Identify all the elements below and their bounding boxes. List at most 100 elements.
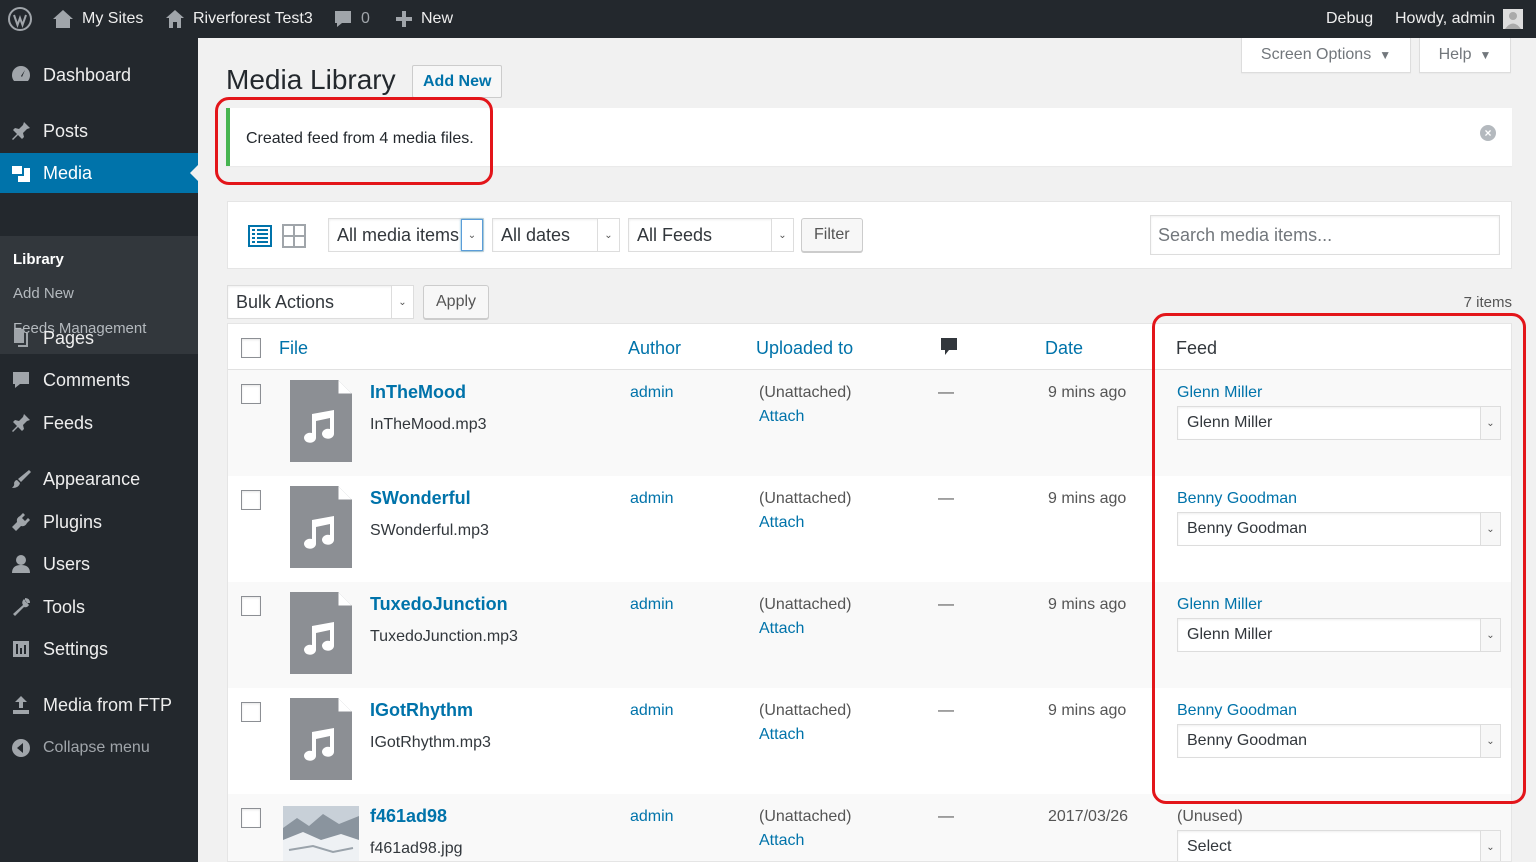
sidebar-item-posts[interactable]: Posts: [0, 111, 198, 151]
attach-link[interactable]: Attach: [759, 726, 804, 744]
attach-link[interactable]: Attach: [759, 514, 804, 532]
my-sites-menu[interactable]: My Sites: [52, 0, 143, 38]
wrench-icon: [9, 595, 33, 619]
image-thumbnail[interactable]: [283, 806, 359, 862]
comment-count: —: [938, 384, 954, 401]
row-checkbox[interactable]: [241, 702, 261, 722]
sidebar-item-feeds[interactable]: Feeds: [0, 403, 198, 443]
uploaded-status: (Unattached): [759, 702, 852, 719]
feeds-select[interactable]: All Feeds ⌄: [628, 218, 794, 252]
avatar: [1503, 9, 1524, 29]
sidebar-item-label: Posts: [43, 120, 89, 141]
media-title-link[interactable]: TuxedoJunction: [370, 594, 508, 615]
author-link[interactable]: admin: [630, 808, 674, 826]
select-all-checkbox[interactable]: [241, 338, 261, 358]
submenu-add-new[interactable]: Add New: [13, 285, 74, 302]
author-link[interactable]: admin: [630, 384, 674, 402]
sidebar-item-media[interactable]: Media: [0, 153, 198, 193]
site-name-label: Riverforest Test3: [193, 10, 313, 27]
uploaded-status: (Unattached): [759, 490, 852, 507]
feed-link[interactable]: Glenn Miller: [1177, 384, 1262, 402]
chevron-down-icon: ⌄: [1480, 407, 1500, 439]
media-title-link[interactable]: IGotRhythm: [370, 700, 473, 721]
comments-menu[interactable]: 0: [333, 0, 370, 38]
collapse-menu-button[interactable]: Collapse menu: [0, 728, 198, 768]
row-checkbox[interactable]: [241, 596, 261, 616]
debug-menu[interactable]: Debug: [1326, 0, 1373, 38]
audio-file-icon[interactable]: [290, 380, 352, 462]
filter-button[interactable]: Filter: [801, 218, 863, 252]
column-uploaded-to[interactable]: Uploaded to: [756, 338, 853, 359]
media-table: File Author Uploaded to Date Feed InTheM…: [227, 323, 1512, 862]
row-checkbox[interactable]: [241, 384, 261, 404]
sidebar-item-label: Comments: [43, 369, 131, 390]
pin-icon: [9, 119, 33, 143]
help-button[interactable]: Help ▼: [1419, 38, 1511, 73]
feed-select[interactable]: Glenn Miller ⌄: [1177, 406, 1501, 440]
home-icon: [165, 9, 185, 29]
media-type-select[interactable]: All media items ⌄: [328, 218, 484, 252]
dates-select[interactable]: All dates ⌄: [492, 218, 620, 252]
sidebar-item-settings[interactable]: Settings: [0, 629, 198, 669]
wordpress-logo-icon[interactable]: [8, 0, 32, 38]
bulk-actions-select[interactable]: Bulk Actions ⌄: [227, 285, 414, 319]
sidebar-item-media-from-ftp[interactable]: Media from FTP: [0, 685, 198, 725]
attach-link[interactable]: Attach: [759, 408, 804, 426]
list-view-icon[interactable]: [248, 224, 272, 248]
column-date[interactable]: Date: [1045, 338, 1083, 359]
sidebar-item-pages[interactable]: Pages: [0, 318, 198, 358]
settings-icon: [9, 637, 33, 661]
add-new-button[interactable]: Add New: [412, 65, 503, 98]
submenu-library[interactable]: Library: [13, 251, 64, 268]
new-content-menu[interactable]: New: [395, 0, 453, 38]
audio-file-icon[interactable]: [290, 698, 352, 780]
row-checkbox[interactable]: [241, 808, 261, 828]
media-title-link[interactable]: SWonderful: [370, 488, 471, 509]
screen-options-button[interactable]: Screen Options ▼: [1241, 38, 1411, 73]
help-label: Help: [1438, 46, 1472, 63]
comment-count: —: [938, 596, 954, 613]
media-title-link[interactable]: f461ad98: [370, 806, 447, 827]
notice-message: Created feed from 4 media files.: [246, 130, 474, 147]
feed-link[interactable]: Benny Goodman: [1177, 702, 1297, 720]
chevron-down-icon: ⌄: [597, 219, 619, 251]
attach-link[interactable]: Attach: [759, 620, 804, 638]
sidebar-item-dashboard[interactable]: Dashboard: [0, 55, 198, 95]
author-link[interactable]: admin: [630, 702, 674, 720]
row-checkbox[interactable]: [241, 490, 261, 510]
column-file[interactable]: File: [279, 338, 308, 359]
search-input[interactable]: [1150, 215, 1500, 255]
comment-count: —: [938, 808, 954, 825]
account-menu[interactable]: Howdy, admin: [1395, 0, 1524, 38]
chevron-down-icon: ⌄: [1480, 831, 1500, 861]
sidebar-item-tools[interactable]: Tools: [0, 587, 198, 627]
author-link[interactable]: admin: [630, 596, 674, 614]
comments-column-icon[interactable]: [940, 337, 958, 362]
sidebar-item-comments[interactable]: Comments: [0, 360, 198, 400]
feed-select[interactable]: Benny Goodman ⌄: [1177, 512, 1501, 546]
feed-select[interactable]: Select ⌄: [1177, 830, 1501, 861]
column-author[interactable]: Author: [628, 338, 681, 359]
media-filename: SWonderful.mp3: [370, 522, 489, 539]
audio-file-icon[interactable]: [290, 486, 352, 568]
media-title-link[interactable]: InTheMood: [370, 382, 466, 403]
sidebar-item-label: Pages: [43, 327, 95, 348]
sidebar-item-users[interactable]: Users: [0, 544, 198, 584]
chevron-down-icon: ⌄: [461, 219, 483, 251]
feed-link[interactable]: Benny Goodman: [1177, 490, 1297, 508]
dismiss-icon[interactable]: ×: [1480, 125, 1496, 141]
chevron-down-icon: ⌄: [1480, 619, 1500, 651]
grid-view-icon[interactable]: [282, 224, 306, 248]
feed-select[interactable]: Glenn Miller ⌄: [1177, 618, 1501, 652]
feed-link[interactable]: Glenn Miller: [1177, 596, 1262, 614]
sidebar-item-plugins[interactable]: Plugins: [0, 502, 198, 542]
site-name-menu[interactable]: Riverforest Test3: [165, 0, 313, 38]
feed-select[interactable]: Benny Goodman ⌄: [1177, 724, 1501, 758]
audio-file-icon[interactable]: [290, 592, 352, 674]
uploaded-status: (Unattached): [759, 384, 852, 401]
sidebar-item-appearance[interactable]: Appearance: [0, 459, 198, 499]
apply-button[interactable]: Apply: [423, 285, 490, 319]
author-link[interactable]: admin: [630, 490, 674, 508]
attach-link[interactable]: Attach: [759, 832, 804, 850]
uploaded-status: (Unattached): [759, 808, 852, 825]
